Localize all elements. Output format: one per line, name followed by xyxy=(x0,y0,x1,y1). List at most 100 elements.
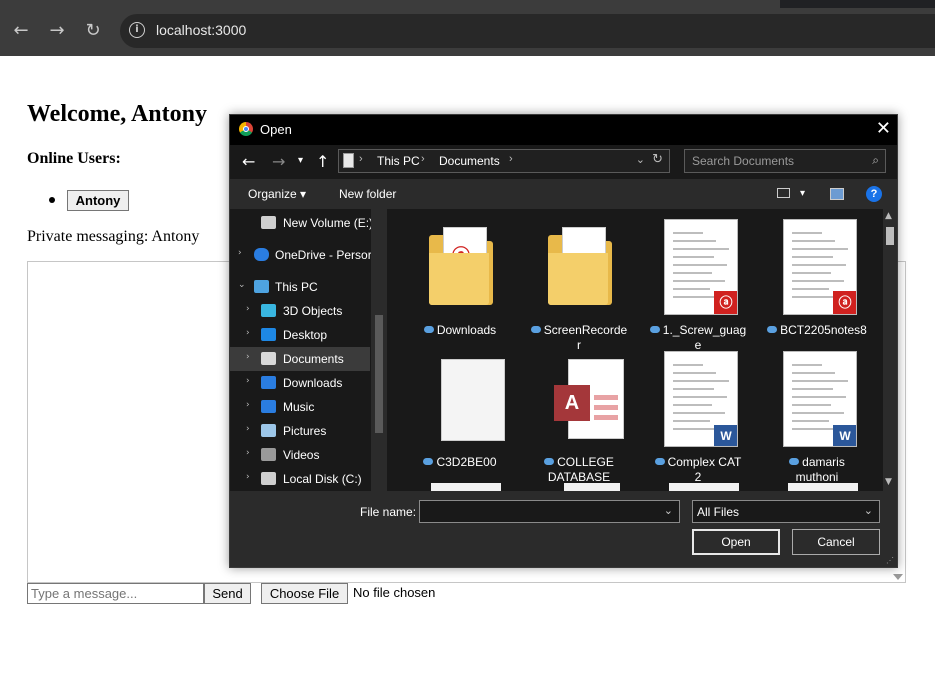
nav-item-music[interactable]: › Music xyxy=(230,395,370,419)
forward-arrow-icon[interactable]: → xyxy=(272,152,285,171)
file-type-select[interactable]: All Files ⌄ xyxy=(692,500,880,523)
close-icon[interactable]: ✕ xyxy=(876,118,891,139)
file-item-partial[interactable] xyxy=(431,483,501,491)
nav-item-desktop[interactable]: › Desktop xyxy=(230,323,370,347)
file-name-dropdown-icon[interactable]: ⌄ xyxy=(664,504,673,517)
expand-chevron-icon[interactable]: › xyxy=(246,472,250,482)
nav-item-pictures[interactable]: › Pictures xyxy=(230,419,370,443)
address-dropdown-icon[interactable]: ⌄ xyxy=(636,153,645,166)
local-disk-icon xyxy=(261,472,276,485)
help-icon[interactable]: ? xyxy=(866,186,882,202)
user-button-antony[interactable]: Antony xyxy=(67,190,129,211)
file-item[interactable]: ⓐ 1._Screw_guag e xyxy=(643,219,753,352)
file-name-label: ScreenRecorde r xyxy=(524,323,634,353)
file-item[interactable]: ⓐ BCT2205notes8 xyxy=(762,219,872,347)
back-arrow-icon[interactable]: ← xyxy=(242,152,255,171)
change-view-icon[interactable] xyxy=(777,188,790,198)
doc-text-line xyxy=(673,288,710,290)
address-bar[interactable]: i localhost:3000 xyxy=(120,14,935,48)
expand-chevron-icon[interactable]: › xyxy=(246,352,250,362)
nav-item-videos[interactable]: › Videos xyxy=(230,443,370,467)
online-users-heading: Online Users: xyxy=(27,150,121,167)
reload-button[interactable]: ↻ xyxy=(80,18,106,44)
nav-item-documents[interactable]: › Documents xyxy=(230,347,370,371)
breadcrumb-documents[interactable]: Documents xyxy=(439,154,500,168)
page-title: Welcome, Antony xyxy=(27,101,207,127)
file-item-partial[interactable] xyxy=(669,483,739,491)
expand-chevron-icon[interactable]: › xyxy=(246,424,250,434)
file-item[interactable]: ⓐPDF Downloads xyxy=(405,219,515,347)
file-name-label: COLLEGE DATABASE xyxy=(524,455,634,485)
expand-chevron-icon[interactable]: › xyxy=(246,328,250,338)
file-name-label: Downloads xyxy=(405,323,515,338)
recent-locations-icon[interactable]: ▾ xyxy=(298,155,303,166)
file-item[interactable]: ⚙ ScreenRecorder xyxy=(524,219,634,352)
file-name-input[interactable]: ⌄ xyxy=(419,500,680,523)
active-tab[interactable] xyxy=(0,0,780,8)
open-button[interactable]: Open xyxy=(692,529,780,555)
nav-item-this-pc[interactable]: ⌄ This PC xyxy=(230,275,370,299)
nav-scrollbar-thumb[interactable] xyxy=(375,315,383,433)
search-box[interactable]: Search Documents ⌕ xyxy=(684,149,886,173)
expand-chevron-icon[interactable]: › xyxy=(246,304,250,314)
cancel-button[interactable]: Cancel xyxy=(792,529,880,555)
file-name-text-line2: DATABASE xyxy=(547,470,611,484)
file-list: ⓐPDF Downloads ⚙ ScreenRecorder ⓐ 1._Screw_gu… xyxy=(387,209,883,491)
file-type-dropdown-icon[interactable]: ⌄ xyxy=(864,504,873,517)
message-input[interactable]: Type a message... xyxy=(27,583,204,604)
nav-item-3d-objects[interactable]: › 3D Objects xyxy=(230,299,370,323)
view-dropdown-icon[interactable]: ▾ xyxy=(800,188,805,199)
resize-handle[interactable] xyxy=(893,574,903,580)
site-info-icon[interactable]: i xyxy=(129,22,145,38)
url-text[interactable]: localhost:3000 xyxy=(156,22,246,38)
nav-item-onedrive-persor[interactable]: › OneDrive - Persor xyxy=(230,243,372,267)
file-item[interactable]: A COLLEGE DATABASE xyxy=(524,351,634,484)
choose-file-button[interactable]: Choose File xyxy=(261,583,348,604)
file-item[interactable]: C3D2BE00 xyxy=(405,351,515,479)
cloud-sync-icon xyxy=(423,326,434,333)
expand-chevron-icon[interactable]: ⌄ xyxy=(238,280,246,290)
dialog-address-bar[interactable]: › This PC › Documents › ⌄ ↻ xyxy=(338,149,670,173)
nav-item-downloads[interactable]: › Downloads xyxy=(230,371,370,395)
expand-chevron-icon[interactable]: › xyxy=(246,400,250,410)
breadcrumb-this-pc[interactable]: This PC xyxy=(377,154,420,168)
expand-chevron-icon[interactable]: › xyxy=(246,376,250,386)
cloud-sync-icon xyxy=(423,458,434,465)
refresh-icon[interactable]: ↻ xyxy=(652,152,663,167)
scroll-up-icon[interactable]: ▲ xyxy=(885,211,892,221)
file-item[interactable]: W Complex CAT 2 xyxy=(643,351,753,484)
send-button[interactable]: Send xyxy=(204,583,251,604)
doc-text-line xyxy=(673,380,729,382)
doc-text-line xyxy=(792,280,844,282)
scroll-down-icon[interactable]: ▼ xyxy=(885,477,892,487)
nav-scrollbar[interactable] xyxy=(371,209,387,491)
expand-chevron-icon[interactable]: › xyxy=(246,448,250,458)
doc-text-line xyxy=(673,396,727,398)
dialog-footer: File name: ⌄ All Files ⌄ Open Cancel ⋰ xyxy=(230,491,897,567)
doc-text-line xyxy=(792,248,848,250)
forward-button[interactable]: → xyxy=(44,18,70,44)
organize-button[interactable]: Organize ▾ xyxy=(248,187,306,201)
nav-item-new-volume-e[interactable]: New Volume (E:) xyxy=(230,211,373,235)
up-arrow-icon[interactable]: ↑ xyxy=(316,152,329,171)
file-item[interactable]: Wdamaris muthoni xyxy=(762,351,872,484)
expand-chevron-icon[interactable]: › xyxy=(238,248,242,258)
file-item-partial[interactable] xyxy=(564,483,620,491)
file-list-scrollbar-thumb[interactable] xyxy=(886,227,894,245)
file-item-partial[interactable] xyxy=(788,483,858,491)
word-file-icon: W xyxy=(783,351,857,447)
resize-grip-icon[interactable]: ⋰ xyxy=(886,556,894,565)
doc-text-line xyxy=(792,240,835,242)
nav-item-local-disk-c[interactable]: › Local Disk (C:) xyxy=(230,467,370,491)
preview-pane-icon[interactable] xyxy=(830,188,844,200)
downloads-icon xyxy=(261,376,276,389)
new-folder-button[interactable]: New folder xyxy=(339,187,396,201)
doc-text-line xyxy=(673,404,712,406)
nav-item-label: Videos xyxy=(283,448,320,462)
access-file-icon: A xyxy=(554,359,628,441)
open-file-dialog: Open ✕ ← → ▾ ↑ › This PC › Documents › ⌄… xyxy=(229,114,898,568)
back-button[interactable]: ← xyxy=(8,18,34,44)
doc-text-line xyxy=(792,256,833,258)
3d-objects-icon xyxy=(261,304,276,317)
file-list-scrollbar[interactable]: ▲ ▼ xyxy=(883,209,897,491)
